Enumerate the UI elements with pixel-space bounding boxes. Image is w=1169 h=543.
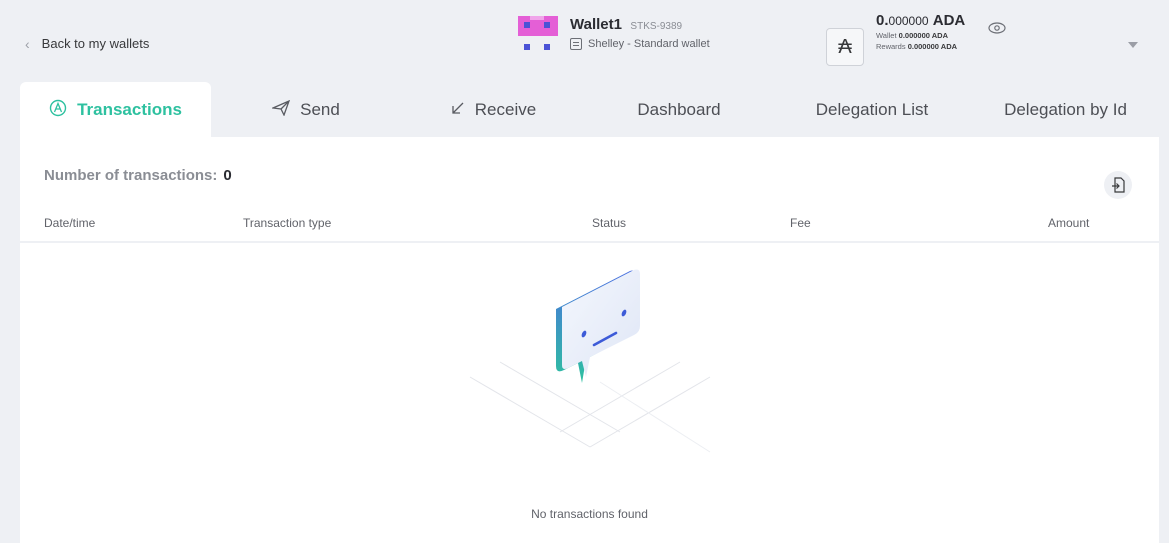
rewards-balance: Rewards 0.000000 ADA <box>876 42 958 51</box>
tab-delegation-list[interactable]: Delegation List <box>772 82 972 138</box>
empty-state-message: No transactions found <box>531 507 648 521</box>
tab-receive[interactable]: Receive <box>401 82 586 138</box>
ada-circle-icon <box>49 99 67 122</box>
column-datetime[interactable]: Date/time <box>44 216 95 230</box>
tab-transactions[interactable]: Transactions <box>20 82 211 138</box>
column-transaction-type[interactable]: Transaction type <box>243 216 331 230</box>
top-navbar: ‹ Back to my wallets Wallet1 STKS-9389 S… <box>0 0 1169 88</box>
arrow-down-left-icon <box>451 101 465 120</box>
chevron-down-icon[interactable] <box>1128 42 1138 48</box>
total-balance: 0.000000 ADA <box>876 12 966 29</box>
column-amount[interactable]: Amount <box>1048 216 1089 230</box>
balance-block: ₳ 0.000000 ADA Wallet 0.000000 ADA Rewar… <box>826 12 965 66</box>
back-label: Back to my wallets <box>41 36 150 51</box>
wallet-avatar <box>518 16 558 56</box>
paper-plane-icon <box>270 99 291 121</box>
chevron-left-icon: ‹ <box>25 35 30 52</box>
wallet-name: Wallet1 <box>570 16 622 33</box>
wallet-info: Wallet1 STKS-9389 Shelley - Standard wal… <box>518 16 710 56</box>
transaction-count: Number of transactions: 0 <box>44 167 232 184</box>
export-button[interactable] <box>1104 171 1132 199</box>
tab-dashboard[interactable]: Dashboard <box>586 82 772 138</box>
wallet-balance: Wallet 0.000000 ADA <box>876 31 948 40</box>
column-fee[interactable]: Fee <box>790 216 811 230</box>
eye-icon[interactable] <box>988 22 1006 34</box>
document-icon <box>570 38 582 50</box>
table-header: Date/time Transaction type Status Fee Am… <box>20 213 1159 243</box>
empty-state-illustration <box>469 269 711 453</box>
wallet-id: STKS-9389 <box>630 21 683 32</box>
transactions-panel: Number of transactions: 0 Date/time Trans… <box>20 137 1159 543</box>
export-icon <box>1112 177 1125 193</box>
wallet-type: Shelley - Standard wallet <box>588 38 710 50</box>
back-to-wallets-link[interactable]: ‹ Back to my wallets <box>25 36 149 51</box>
column-status[interactable]: Status <box>592 216 626 230</box>
tab-delegation-by-id[interactable]: Delegation by Id <box>972 82 1159 138</box>
wallet-tabs: Transactions Send Receive Dashboard Dele… <box>20 82 1159 138</box>
tab-send[interactable]: Send <box>211 82 401 138</box>
ada-symbol-icon: ₳ <box>826 28 864 66</box>
